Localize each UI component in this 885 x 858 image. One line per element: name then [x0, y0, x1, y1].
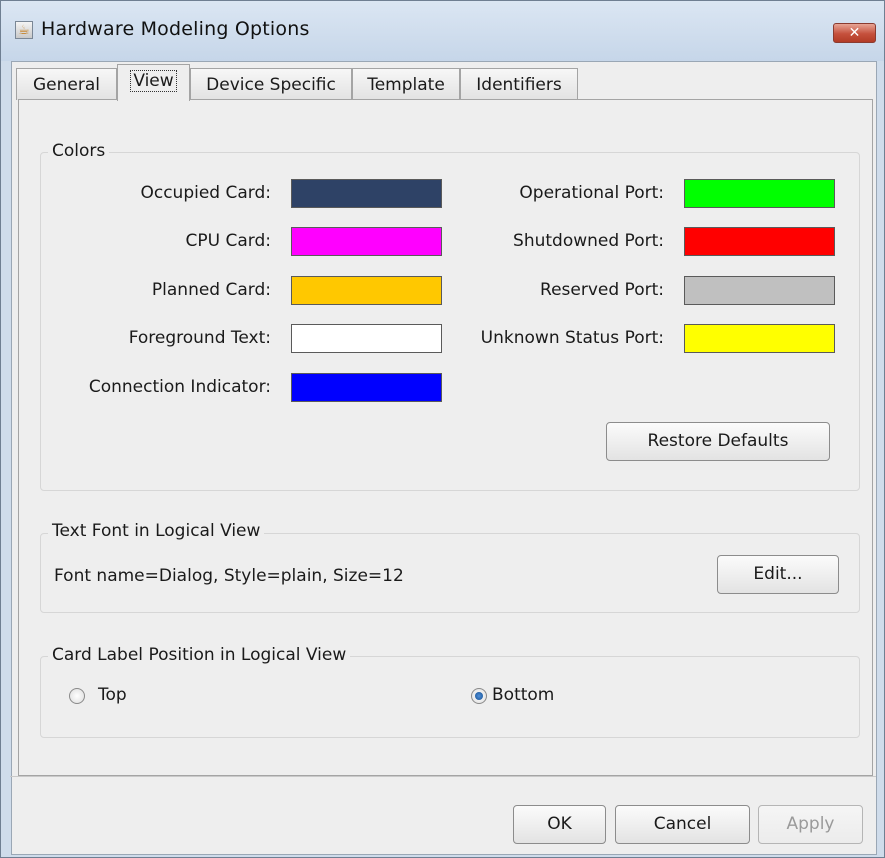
- title-bar[interactable]: ☕ Hardware Modeling Options ✕: [1, 1, 884, 61]
- restore-defaults-button[interactable]: Restore Defaults: [606, 422, 830, 461]
- tab-view[interactable]: View: [117, 64, 190, 101]
- tab-view-label: View: [130, 70, 177, 92]
- operational-port-label: Operational Port:: [519, 183, 664, 203]
- foreground-text-color-swatch[interactable]: [291, 324, 442, 353]
- footer-separator: [10, 776, 876, 777]
- apply-button[interactable]: Apply: [758, 805, 863, 844]
- edit-font-button[interactable]: Edit...: [717, 555, 839, 594]
- connection-indicator-color-swatch[interactable]: [291, 373, 442, 402]
- label-position-group: [40, 656, 860, 738]
- tab-general[interactable]: General: [16, 68, 117, 100]
- foreground-text-label: Foreground Text:: [128, 328, 271, 348]
- tab-device-specific-label: Device Specific: [206, 75, 336, 95]
- unknown-status-port-color-swatch[interactable]: [684, 324, 835, 353]
- operational-port-color-swatch[interactable]: [684, 179, 835, 208]
- tab-template-label: Template: [367, 75, 445, 95]
- shutdowned-port-label: Shutdowned Port:: [513, 231, 664, 251]
- tab-template[interactable]: Template: [352, 68, 460, 100]
- planned-card-color-swatch[interactable]: [291, 276, 442, 305]
- tab-identifiers-label: Identifiers: [476, 75, 562, 95]
- occupied-card-color-swatch[interactable]: [291, 179, 442, 208]
- top-radio-label: Top: [98, 685, 127, 705]
- reserved-port-label: Reserved Port:: [540, 280, 664, 300]
- tab-device-specific[interactable]: Device Specific: [190, 68, 352, 100]
- occupied-card-label: Occupied Card:: [140, 183, 271, 203]
- tab-identifiers[interactable]: Identifiers: [460, 68, 578, 100]
- connection-indicator-label: Connection Indicator:: [88, 377, 271, 397]
- cancel-button[interactable]: Cancel: [615, 805, 750, 844]
- colors-group-title: Colors: [48, 141, 110, 161]
- font-group-title: Text Font in Logical View: [48, 521, 265, 541]
- planned-card-label: Planned Card:: [151, 280, 271, 300]
- ok-button[interactable]: OK: [513, 805, 606, 844]
- font-description: Font name=Dialog, Style=plain, Size=12: [54, 566, 404, 586]
- window-title: Hardware Modeling Options: [41, 18, 310, 40]
- java-cup-icon: ☕: [15, 21, 33, 39]
- shutdowned-port-color-swatch[interactable]: [684, 227, 835, 256]
- close-button[interactable]: ✕: [833, 23, 876, 43]
- top-radio[interactable]: [69, 688, 85, 704]
- reserved-port-color-swatch[interactable]: [684, 276, 835, 305]
- bottom-radio-label: Bottom: [492, 685, 555, 705]
- label-position-group-title: Card Label Position in Logical View: [48, 645, 351, 665]
- bottom-radio[interactable]: [471, 688, 487, 704]
- tab-general-label: General: [33, 75, 100, 95]
- unknown-status-port-label: Unknown Status Port:: [480, 328, 664, 348]
- cpu-card-label: CPU Card:: [185, 231, 271, 251]
- cpu-card-color-swatch[interactable]: [291, 227, 442, 256]
